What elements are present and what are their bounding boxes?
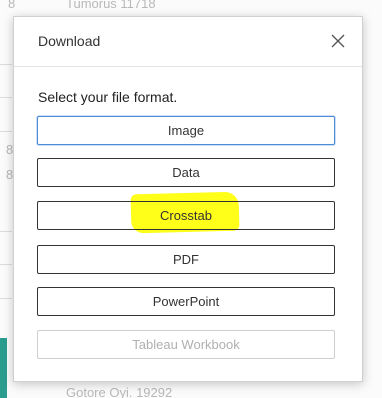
data-format-label: Data [172,165,200,180]
dialog-title: Download [38,33,101,49]
background-accent-bar [0,338,7,398]
dialog-header: Download [14,17,362,67]
image-format-button[interactable]: Image [37,116,335,145]
background-left-digit: 8 [8,0,16,11]
pdf-format-button[interactable]: PDF [37,245,335,274]
background-divider [0,97,12,98]
background-divider [0,64,12,65]
powerpoint-format-label: PowerPoint [152,294,220,309]
close-icon [331,34,345,48]
crosstab-format-label: Crosstab [159,208,213,223]
image-format-label: Image [167,123,205,138]
crosstab-format-button[interactable]: Crosstab [37,201,335,230]
tableau-workbook-format-button: Tableau Workbook [37,330,335,359]
background-divider [0,298,12,299]
pdf-format-label: PDF [173,252,199,267]
tableau-workbook-format-label: Tableau Workbook [132,337,240,352]
background-divider [0,264,12,265]
background-row-text: Gotore Oyi. 19292 [66,385,173,398]
background-divider [0,131,12,132]
download-dialog: Download Select your file format. Image … [13,16,363,382]
powerpoint-format-button[interactable]: PowerPoint [37,287,335,316]
close-button[interactable] [326,29,350,53]
background-divider [0,231,12,232]
format-prompt: Select your file format. [38,89,178,105]
data-format-button[interactable]: Data [37,158,335,187]
background-row-text: Tumorus 11718 [66,0,156,11]
